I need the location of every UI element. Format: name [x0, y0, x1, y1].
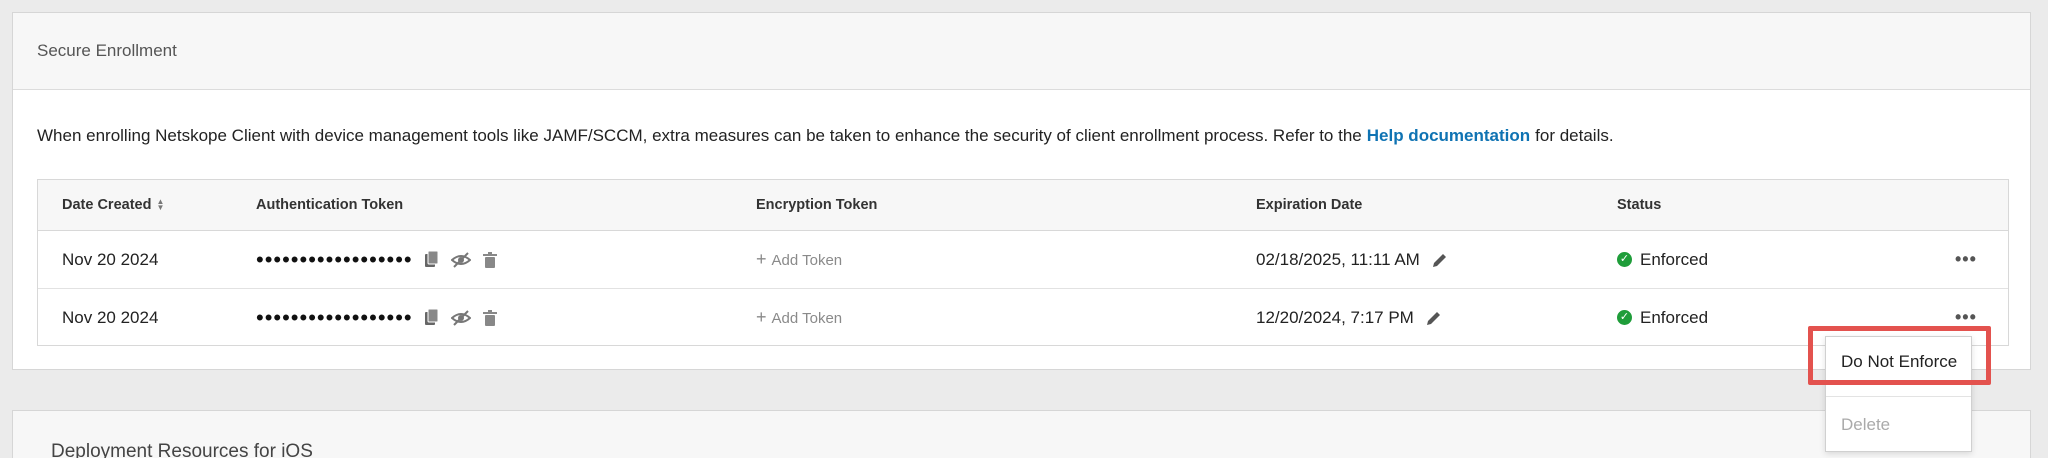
status-value: Enforced	[1640, 249, 1709, 269]
more-options-icon[interactable]: •••	[1955, 307, 1977, 328]
expiration-date-cell: 02/18/2025, 11:11 AM	[1256, 231, 1448, 288]
column-date-created[interactable]: Date Created ▲ ▼	[62, 180, 164, 230]
masked-token: ••••••••••••••••••	[256, 246, 413, 272]
secure-enrollment-header: Secure Enrollment	[13, 13, 2030, 90]
highlight-box	[1808, 326, 1991, 385]
trash-icon[interactable]	[482, 251, 497, 268]
add-encryption-token[interactable]: + Add Token	[756, 231, 842, 288]
add-token-label: Add Token	[771, 310, 843, 327]
status-value: Enforced	[1640, 307, 1709, 327]
expiration-date-cell: 12/20/2024, 7:17 PM	[1256, 289, 1442, 346]
add-encryption-token[interactable]: + Add Token	[756, 289, 842, 346]
table-row: Nov 20 2024 •••••••••••••••••• + Add Toke…	[38, 231, 2008, 288]
trash-icon[interactable]	[482, 309, 497, 326]
masked-token: ••••••••••••••••••	[256, 304, 413, 330]
status-cell: ✓ Enforced	[1617, 231, 1708, 288]
hide-visibility-icon[interactable]	[450, 251, 471, 268]
edit-pencil-icon[interactable]	[1432, 252, 1448, 268]
description-suffix: for details.	[1535, 126, 1614, 145]
hide-visibility-icon[interactable]	[450, 309, 471, 326]
check-circle-icon: ✓	[1617, 252, 1632, 267]
add-token-label: Add Token	[771, 252, 843, 269]
deployment-resources-card: Deployment Resources for iOS	[12, 410, 2031, 458]
column-expiration-date: Expiration Date	[1256, 197, 1363, 213]
copy-icon[interactable]	[424, 309, 439, 326]
menu-item-delete: Delete	[1826, 396, 1971, 452]
expiration-date-value: 12/20/2024, 7:17 PM	[1256, 307, 1414, 327]
check-circle-icon: ✓	[1617, 310, 1632, 325]
column-auth-token: Authentication Token	[256, 197, 404, 213]
table-row: Nov 20 2024 •••••••••••••••••• + Add Toke…	[38, 288, 2008, 345]
plus-icon: +	[756, 249, 767, 269]
expiration-date-value: 02/18/2025, 11:11 AM	[1256, 249, 1420, 269]
copy-icon[interactable]	[424, 251, 439, 268]
status-cell: ✓ Enforced	[1617, 289, 1708, 346]
description-text: When enrolling Netskope Client with devi…	[37, 126, 1362, 145]
deployment-resources-title: Deployment Resources for iOS	[51, 441, 313, 458]
help-documentation-link[interactable]: Help documentation	[1367, 126, 1530, 145]
row-more-menu[interactable]: •••	[1955, 231, 1977, 288]
sort-icon[interactable]: ▲ ▼	[156, 198, 164, 212]
table-header: Date Created ▲ ▼ Authentication Token Enc…	[38, 180, 2008, 231]
date-created-cell: Nov 20 2024	[62, 307, 159, 327]
edit-pencil-icon[interactable]	[1426, 310, 1442, 326]
plus-icon: +	[756, 307, 767, 327]
auth-token-cell: ••••••••••••••••••	[256, 289, 497, 346]
secure-enrollment-title: Secure Enrollment	[37, 41, 177, 60]
tokens-table: Date Created ▲ ▼ Authentication Token Enc…	[37, 179, 2009, 346]
column-status: Status	[1617, 197, 1662, 213]
auth-token-cell: ••••••••••••••••••	[256, 231, 497, 288]
column-date-created-label: Date Created	[62, 197, 152, 213]
column-encryption-token: Encryption Token	[756, 197, 878, 213]
date-created-cell: Nov 20 2024	[62, 249, 159, 269]
more-options-icon[interactable]: •••	[1955, 249, 1977, 270]
secure-enrollment-description: When enrolling Netskope Client with devi…	[37, 126, 1614, 146]
